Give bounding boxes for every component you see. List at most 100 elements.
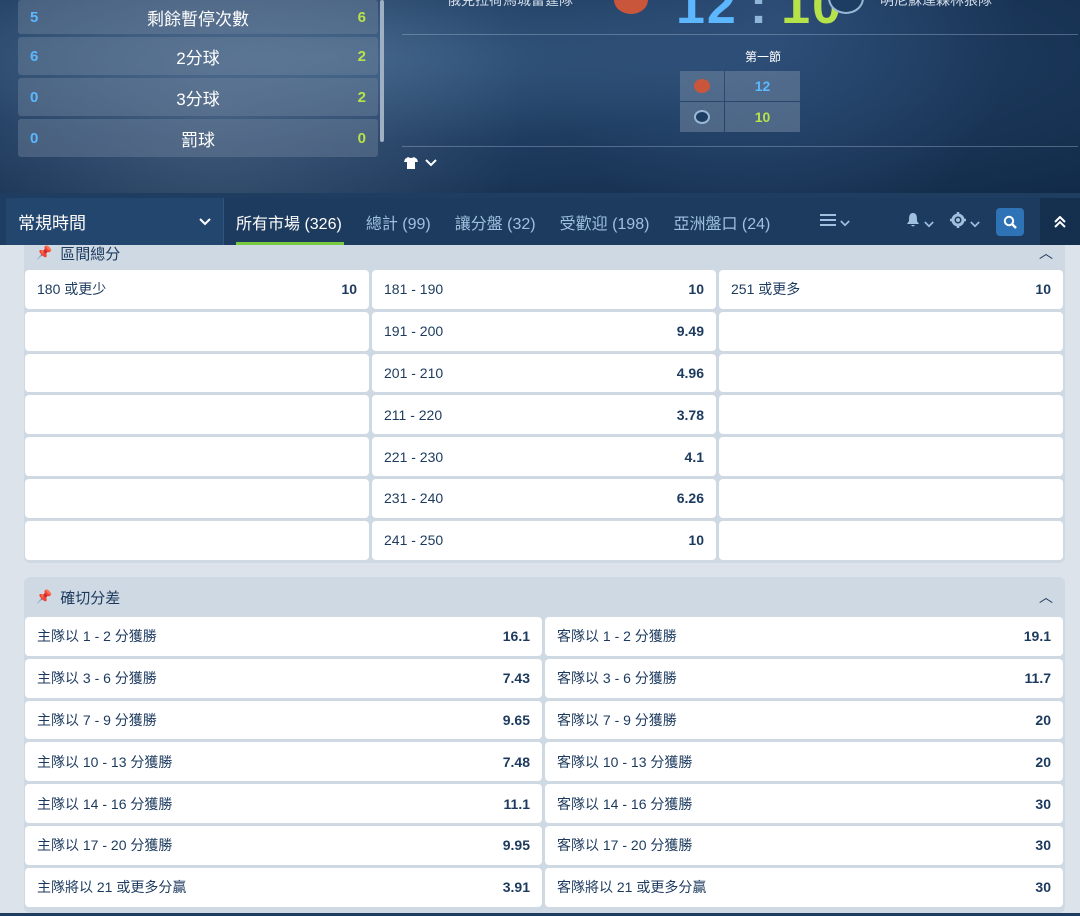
pin-icon[interactable]: 📌 [36, 245, 52, 261]
stat-away-value: 0 [357, 129, 366, 147]
stat-row: 6 2分球 2 [18, 37, 378, 75]
stat-away-value: 2 [357, 47, 366, 65]
odds-label: 主隊以 1 - 2 分獲勝 [37, 628, 157, 645]
odds-cell[interactable]: 221 - 230 4.1 [372, 437, 716, 476]
period-row-home: 12 [680, 71, 800, 101]
empty-cell [25, 311, 369, 351]
nav-icons [820, 198, 1080, 245]
stat-label: 3分球 [176, 89, 220, 109]
period-select-label: 常規時間 [18, 214, 86, 233]
odds-value: 3.91 [502, 879, 530, 896]
odds-cell[interactable]: 主隊以 3 - 6 分獲勝 7.43 [25, 658, 542, 698]
bell-icon[interactable] [906, 212, 934, 231]
tab-popular[interactable]: 受歡迎 (198) [548, 198, 662, 245]
odds-value: 30 [1035, 837, 1051, 854]
odds-cell[interactable]: 客隊以 3 - 6 分獲勝 11.7 [545, 658, 1063, 698]
period-select[interactable]: 常規時間 [6, 198, 224, 245]
odds-label: 主隊以 3 - 6 分獲勝 [37, 670, 157, 687]
odds-label: 191 - 200 [384, 323, 444, 340]
odds-value: 10 [688, 532, 704, 549]
stat-row: 0 罰球 0 [18, 119, 378, 157]
shirt-icon[interactable] [404, 154, 437, 170]
odds-cell[interactable]: 201 - 210 4.96 [372, 353, 716, 393]
odds-value: 20 [1035, 753, 1051, 770]
odds-cell[interactable]: 211 - 220 3.78 [372, 395, 716, 435]
odds-cell[interactable]: 客隊以 10 - 13 分獲勝 20 [545, 742, 1063, 782]
empty-cell [719, 437, 1063, 476]
chevron-up-icon[interactable]: ︿ [1039, 245, 1053, 263]
odds-value: 4.1 [684, 448, 704, 465]
pin-icon[interactable]: 📌 [36, 589, 52, 605]
odds-cell[interactable]: 客隊將以 21 或更多分贏 30 [545, 867, 1063, 907]
odds-value: 30 [1035, 879, 1051, 896]
odds-label: 客隊以 1 - 2 分獲勝 [557, 628, 677, 645]
odds-cell[interactable]: 主隊以 7 - 9 分獲勝 9.65 [25, 700, 542, 740]
odds-cell[interactable]: 181 - 190 10 [372, 270, 716, 309]
odds-label: 241 - 250 [384, 532, 444, 549]
odds-cell[interactable]: 主隊以 10 - 13 分獲勝 7.48 [25, 742, 542, 782]
odds-label: 主隊以 14 - 16 分獲勝 [37, 795, 173, 812]
home-team-logo-icon [680, 71, 724, 101]
search-button[interactable] [996, 207, 1024, 236]
odds-label: 主隊以 7 - 9 分獲勝 [37, 711, 157, 728]
odds-value: 30 [1035, 795, 1051, 812]
empty-cell [25, 353, 369, 393]
stat-label: 剩餘暫停次數 [147, 9, 249, 29]
odds-value: 7.43 [502, 670, 530, 687]
odds-cell[interactable]: 客隊以 1 - 2 分獲勝 19.1 [545, 617, 1063, 656]
tab-all-markets[interactable]: 所有市場 (326) [224, 198, 354, 245]
odds-cell[interactable]: 主隊以 14 - 16 分獲勝 11.1 [25, 784, 542, 823]
odds-value: 9.49 [676, 323, 704, 340]
away-team-logo-icon [680, 102, 724, 132]
empty-cell [25, 478, 369, 518]
odds-value: 7.48 [502, 753, 530, 770]
odds-label: 180 或更少 [37, 281, 107, 298]
odds-label: 181 - 190 [384, 281, 444, 298]
search-icon [1003, 215, 1017, 229]
odds-label: 221 - 230 [384, 448, 444, 465]
odds-label: 客隊以 17 - 20 分獲勝 [557, 837, 693, 854]
market-range-total: 📌 區間總分 ︿ 180 或更少 10 181 - 190 10 251 或更多 10… [24, 245, 1065, 563]
odds-label: 客隊以 3 - 6 分獲勝 [557, 670, 677, 687]
odds-cell[interactable]: 主隊以 17 - 20 分獲勝 9.95 [25, 825, 542, 865]
stat-home-value: 0 [30, 88, 39, 106]
markets-area: 📌 區間總分 ︿ 180 或更少 10 181 - 190 10 251 或更多 10… [0, 245, 1080, 916]
period-home-score: 12 [725, 71, 800, 101]
odds-value: 11.7 [1024, 670, 1051, 687]
empty-cell [719, 520, 1063, 560]
odds-label: 231 - 240 [384, 490, 444, 507]
stats-scrollbar[interactable] [380, 0, 384, 142]
period-label: 第一節 [744, 50, 781, 64]
odds-cell[interactable]: 客隊以 17 - 20 分獲勝 30 [545, 825, 1063, 865]
odds-cell[interactable]: 客隊以 7 - 9 分獲勝 20 [545, 700, 1063, 740]
odds-value: 3.78 [676, 406, 704, 423]
home-team-name: 俄克拉荷馬城雷霆隊 [447, 0, 573, 8]
list-view-icon[interactable] [820, 213, 850, 230]
collapse-button[interactable] [1040, 198, 1080, 245]
odds-cell[interactable]: 241 - 250 10 [372, 520, 716, 560]
market-odds-grid: 180 或更少 10 181 - 190 10 251 或更多 10 191 - 20… [24, 270, 1065, 560]
odds-cell[interactable]: 251 或更多 10 [719, 270, 1063, 309]
tab-asian[interactable]: 亞洲盤口 (24) [661, 198, 782, 245]
stats-panel: 5 剩餘暫停次數 6 6 2分球 2 0 3分球 2 0 罰球 0 [18, 0, 378, 160]
stat-label: 罰球 [181, 130, 215, 150]
odds-label: 主隊以 17 - 20 分獲勝 [37, 837, 173, 854]
odds-cell[interactable]: 191 - 200 9.49 [372, 311, 716, 351]
empty-cell [719, 478, 1063, 518]
tab-handicap[interactable]: 讓分盤 (32) [443, 198, 548, 245]
empty-cell [719, 353, 1063, 393]
away-team-name: 明尼蘇達森林狼隊 [880, 0, 992, 8]
chevron-up-icon[interactable]: ︿ [1039, 587, 1053, 607]
odds-cell[interactable]: 231 - 240 6.26 [372, 478, 716, 518]
chevron-down-icon [840, 220, 850, 227]
odds-cell[interactable]: 180 或更少 10 [25, 270, 369, 309]
odds-cell[interactable]: 客隊以 14 - 16 分獲勝 30 [545, 784, 1063, 823]
tab-totals[interactable]: 總計 (99) [354, 198, 443, 245]
gear-icon[interactable] [950, 212, 980, 231]
odds-cell[interactable]: 主隊將以 21 或更多分贏 3.91 [25, 867, 542, 907]
stat-row: 5 剩餘暫停次數 6 [18, 0, 378, 34]
odds-cell[interactable]: 主隊以 1 - 2 分獲勝 16.1 [25, 617, 542, 656]
empty-cell [25, 437, 369, 476]
market-header[interactable]: 📌 區間總分 ︿ [24, 245, 1065, 273]
market-header[interactable]: 📌 確切分差 ︿ [24, 577, 1065, 617]
